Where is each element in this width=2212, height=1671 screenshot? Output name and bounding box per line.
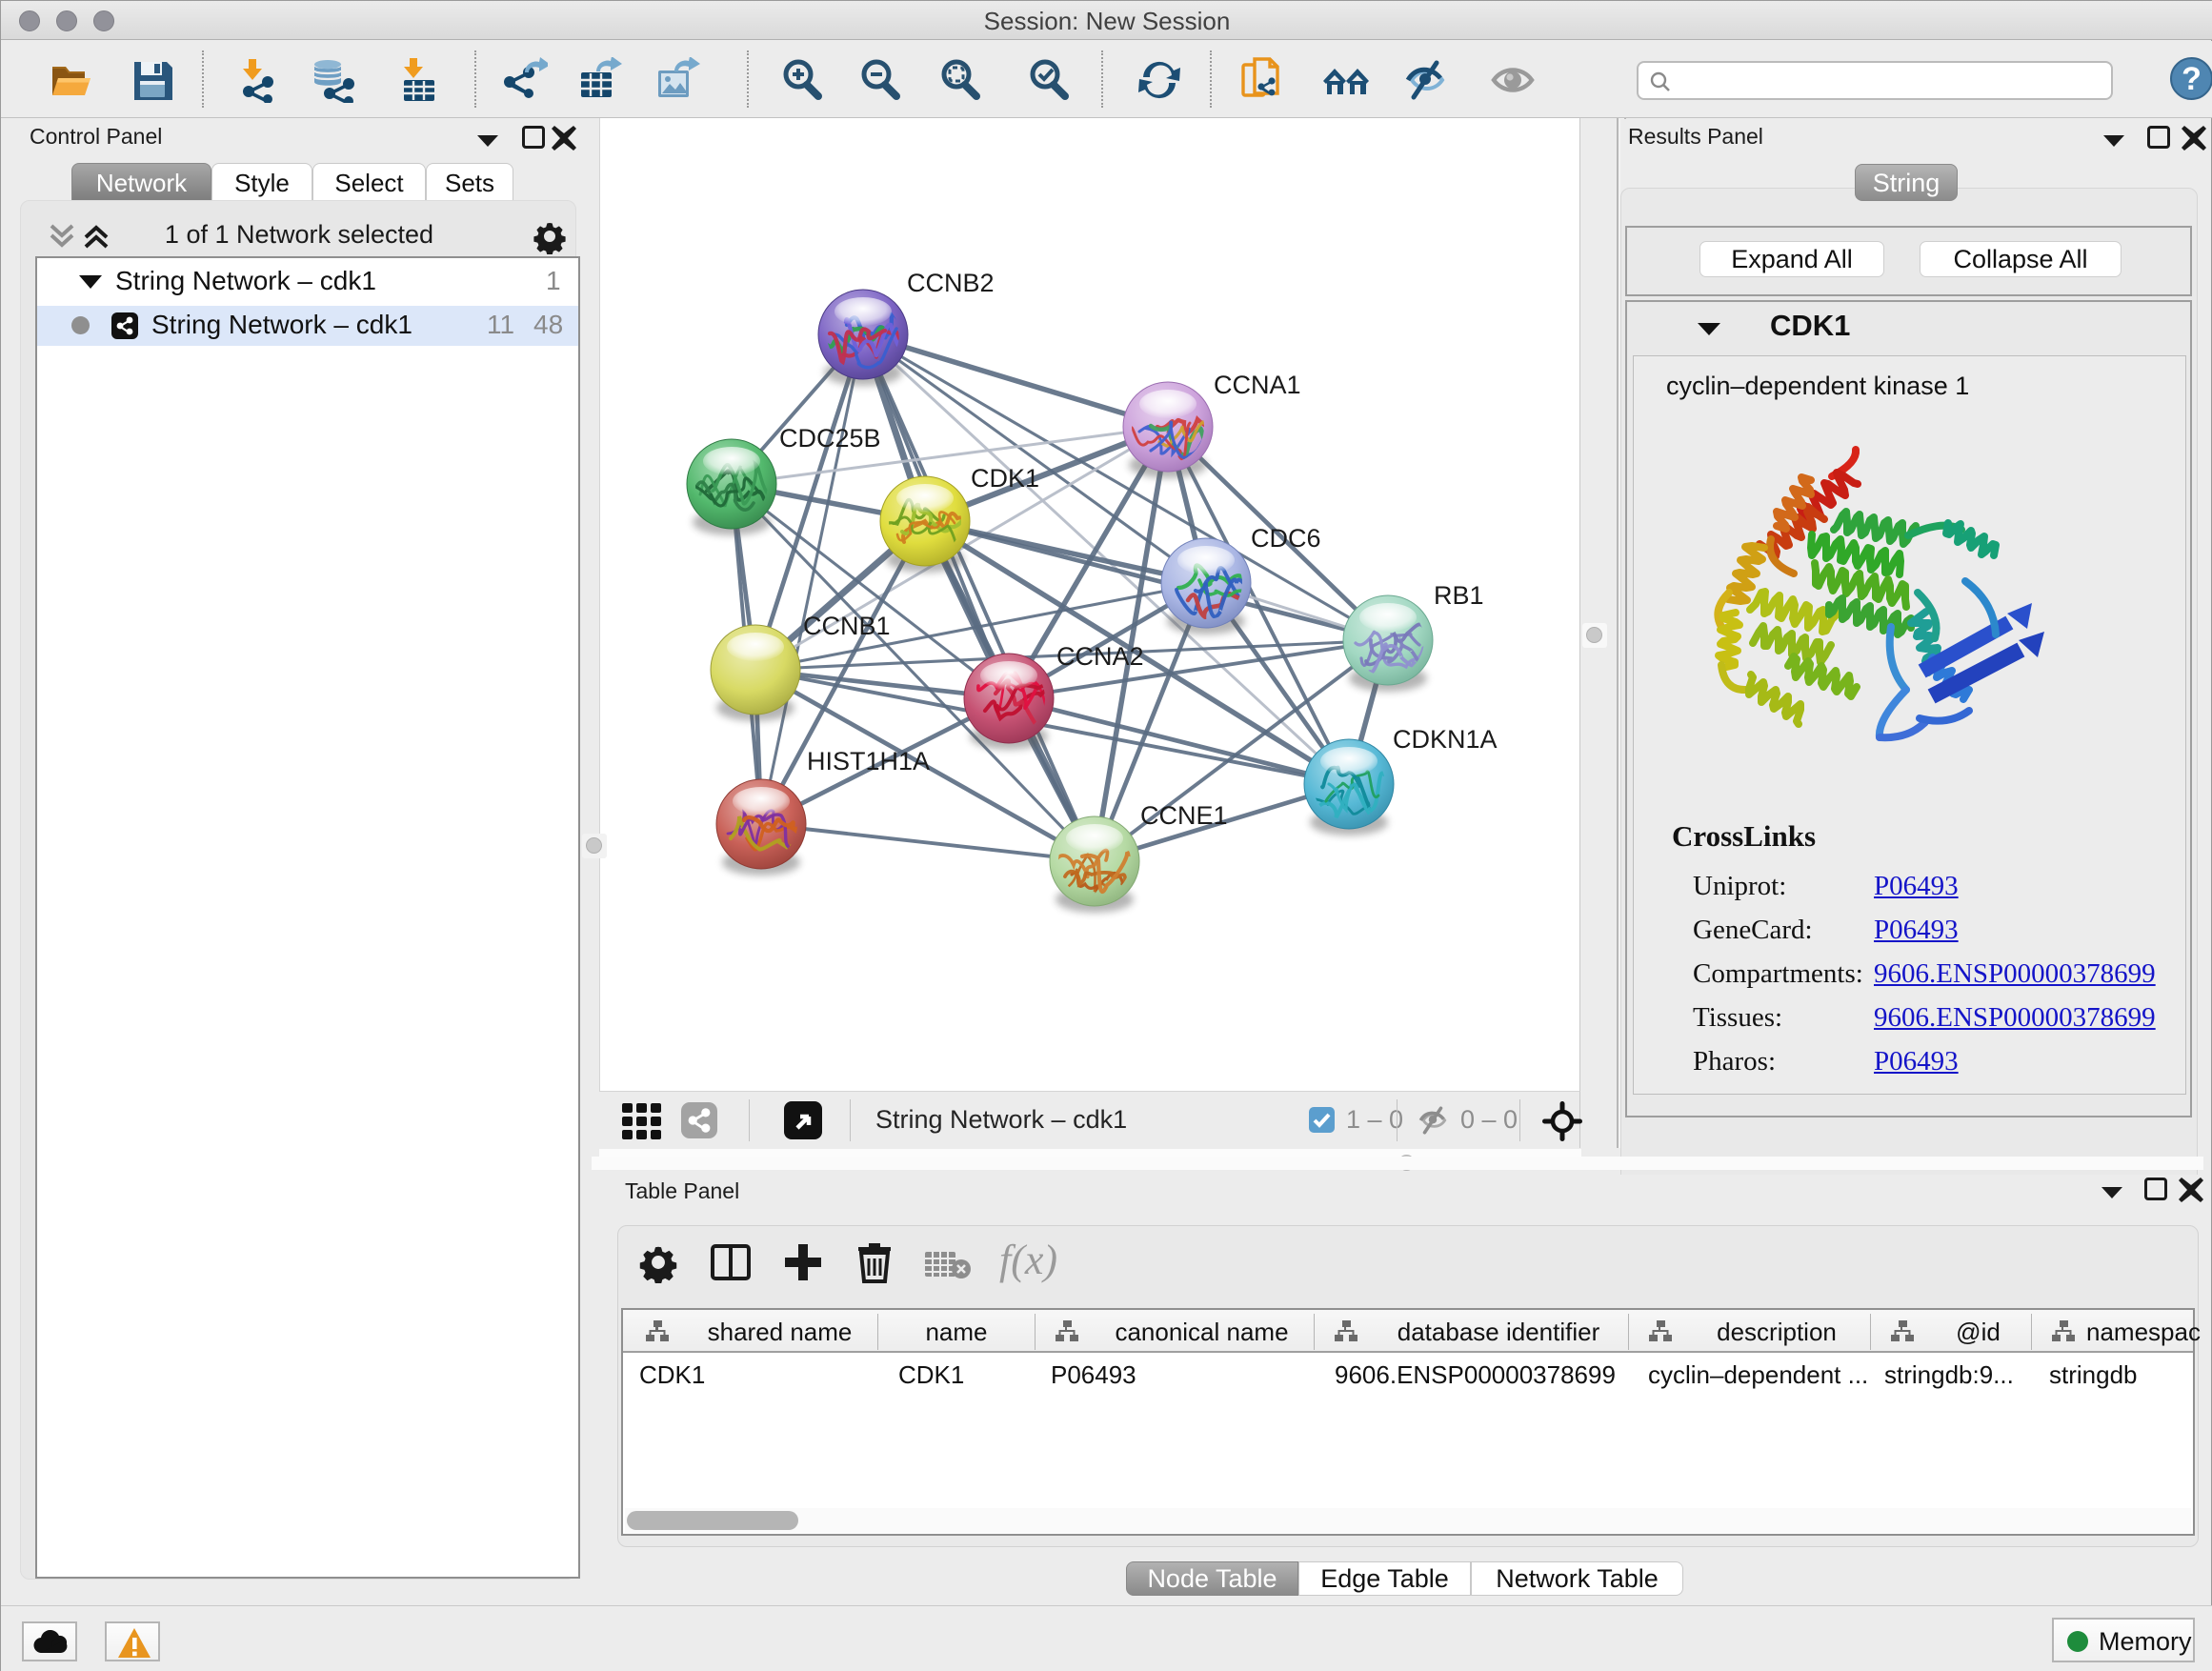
svg-text:CDC25B: CDC25B — [779, 424, 881, 453]
svg-text:CCNB1: CCNB1 — [803, 612, 891, 640]
svg-text:CCNA1: CCNA1 — [1214, 371, 1301, 399]
svg-text:HIST1H1A: HIST1H1A — [807, 747, 930, 775]
svg-text:CCNA2: CCNA2 — [1056, 642, 1144, 671]
svg-text:CDK1: CDK1 — [971, 464, 1039, 493]
svg-text:CCNB2: CCNB2 — [907, 269, 995, 297]
svg-text:CDC6: CDC6 — [1251, 524, 1321, 553]
svg-text:RB1: RB1 — [1434, 581, 1484, 610]
svg-text:CDKN1A: CDKN1A — [1393, 725, 1498, 754]
svg-text:CCNE1: CCNE1 — [1140, 801, 1228, 830]
